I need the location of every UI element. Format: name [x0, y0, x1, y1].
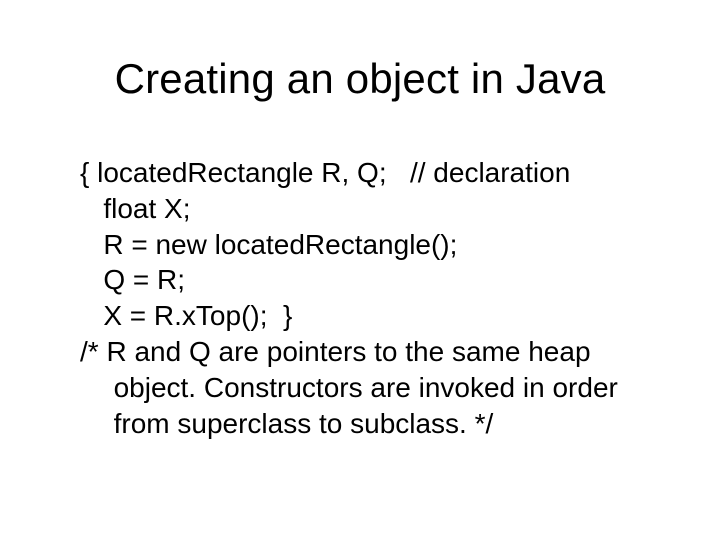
- comment-block: /* R and Q are pointers to the same heap…: [80, 334, 660, 441]
- slide: Creating an object in Java { locatedRect…: [0, 0, 720, 540]
- code-line-3: R = new locatedRectangle();: [80, 227, 660, 263]
- code-line-4: Q = R;: [80, 262, 660, 298]
- code-line-5: X = R.xTop(); }: [80, 298, 660, 334]
- slide-title: Creating an object in Java: [0, 55, 720, 103]
- slide-body: { locatedRectangle R, Q; // declaration …: [80, 155, 660, 442]
- code-line-2: float X;: [80, 191, 660, 227]
- code-line-1: { locatedRectangle R, Q; // declaration: [80, 155, 660, 191]
